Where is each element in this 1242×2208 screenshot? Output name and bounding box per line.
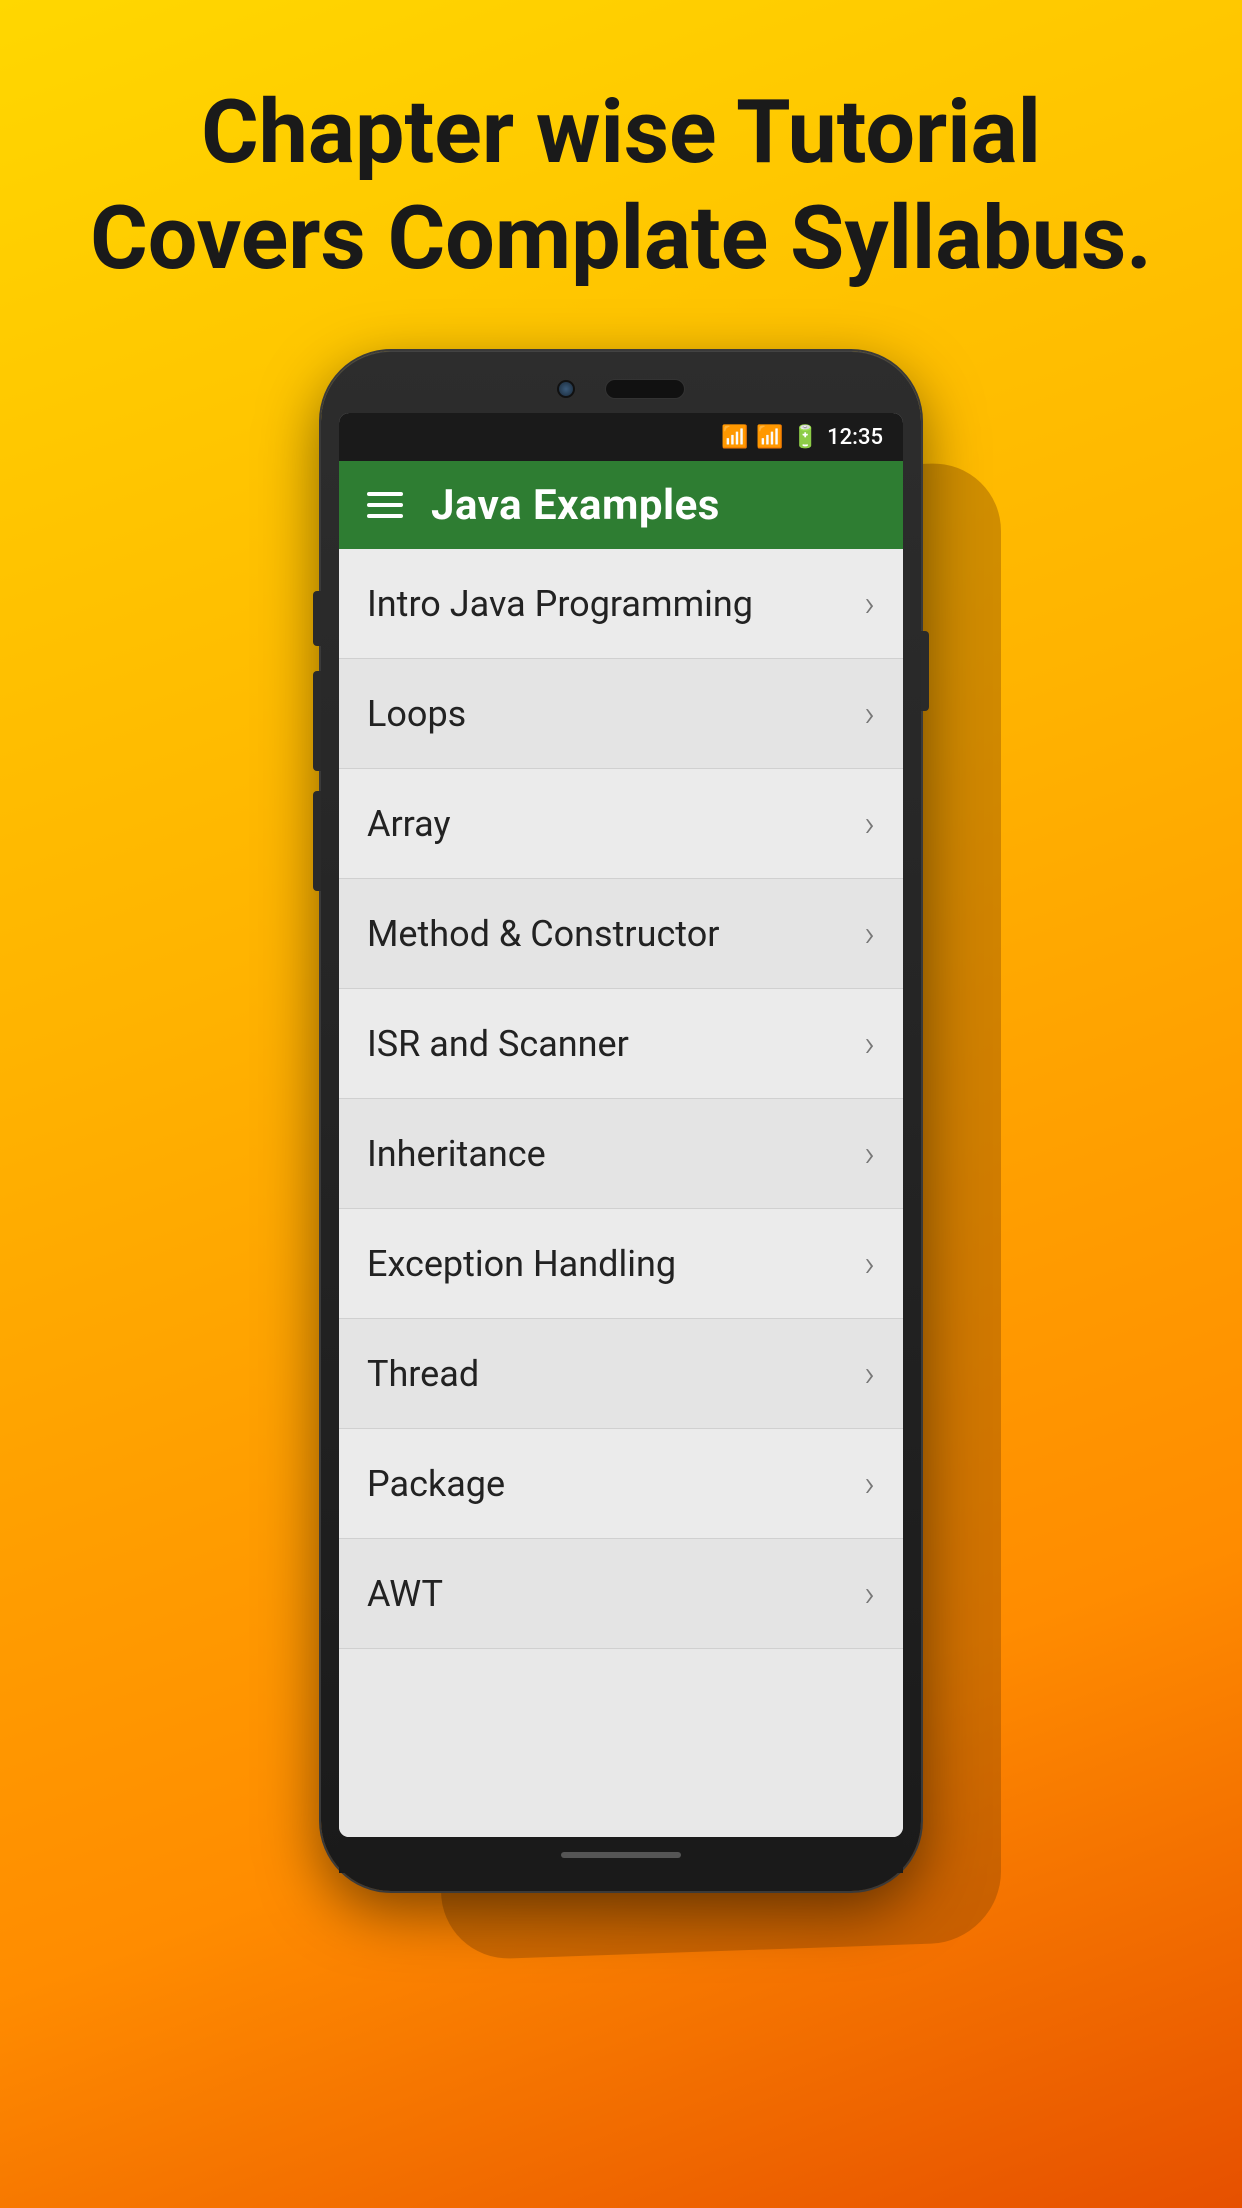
volume-up-button: [313, 591, 321, 646]
chevron-icon-isr-scanner: ›: [864, 1023, 875, 1065]
list-item-exception-handling[interactable]: Exception Handling ›: [339, 1209, 903, 1319]
status-icons: 📶 📶 🔋 12:35: [721, 425, 883, 450]
home-indicator: [561, 1852, 681, 1858]
list-item-method-constructor[interactable]: Method & Constructor ›: [339, 879, 903, 989]
list-item-array[interactable]: Array ›: [339, 769, 903, 879]
list-item-label-thread: Thread: [367, 1353, 479, 1395]
list-item-label-loops: Loops: [367, 693, 466, 735]
list-item-label-exception-handling: Exception Handling: [367, 1243, 676, 1285]
hamburger-menu-button[interactable]: [367, 492, 403, 518]
front-camera: [557, 380, 575, 398]
chevron-icon-method-constructor: ›: [864, 913, 875, 955]
app-title: Java Examples: [431, 481, 720, 530]
signal-icon: 📶: [756, 425, 783, 450]
app-toolbar: Java Examples: [339, 461, 903, 549]
list-item-loops[interactable]: Loops ›: [339, 659, 903, 769]
list-item-label-inheritance: Inheritance: [367, 1133, 546, 1175]
phone-wrapper: 📶 📶 🔋 12:35 Java Examples Intro Java Pro…: [301, 351, 941, 1951]
list-item-label-awt: AWT: [367, 1573, 443, 1615]
menu-list: Intro Java Programming›Loops›Array›Metho…: [339, 549, 903, 1837]
earpiece-speaker: [605, 379, 685, 399]
chevron-icon-array: ›: [864, 803, 875, 845]
phone-bottom-bar: [339, 1837, 903, 1873]
battery-icon: 🔋: [792, 425, 819, 450]
chevron-icon-intro-java: ›: [864, 583, 875, 625]
list-item-label-method-constructor: Method & Constructor: [367, 913, 719, 955]
header-title: Chapter wise Tutorial Covers Complate Sy…: [80, 80, 1162, 291]
list-item-intro-java[interactable]: Intro Java Programming ›: [339, 549, 903, 659]
silent-button: [313, 791, 321, 891]
list-item-awt[interactable]: AWT ›: [339, 1539, 903, 1649]
power-button: [921, 631, 929, 711]
header-section: Chapter wise Tutorial Covers Complate Sy…: [0, 80, 1242, 291]
chevron-icon-exception-handling: ›: [864, 1243, 875, 1285]
list-item-package[interactable]: Package ›: [339, 1429, 903, 1539]
wifi-icon: 📶: [721, 425, 748, 450]
volume-down-button: [313, 671, 321, 771]
phone-screen: 📶 📶 🔋 12:35 Java Examples Intro Java Pro…: [339, 413, 903, 1837]
chevron-icon-loops: ›: [864, 693, 875, 735]
list-item-isr-scanner[interactable]: ISR and Scanner ›: [339, 989, 903, 1099]
chevron-icon-awt: ›: [864, 1573, 875, 1615]
chevron-icon-package: ›: [864, 1463, 875, 1505]
chevron-icon-inheritance: ›: [864, 1133, 875, 1175]
list-item-label-isr-scanner: ISR and Scanner: [367, 1023, 629, 1065]
chevron-icon-thread: ›: [864, 1353, 875, 1395]
list-item-thread[interactable]: Thread ›: [339, 1319, 903, 1429]
phone-top-bar: [339, 369, 903, 413]
phone-body: 📶 📶 🔋 12:35 Java Examples Intro Java Pro…: [321, 351, 921, 1891]
time-display: 12:35: [827, 425, 883, 450]
list-item-label-array: Array: [367, 803, 451, 845]
list-item-label-package: Package: [367, 1463, 505, 1505]
list-item-label-intro-java: Intro Java Programming: [367, 583, 753, 625]
status-bar: 📶 📶 🔋 12:35: [339, 413, 903, 461]
list-item-inheritance[interactable]: Inheritance ›: [339, 1099, 903, 1209]
